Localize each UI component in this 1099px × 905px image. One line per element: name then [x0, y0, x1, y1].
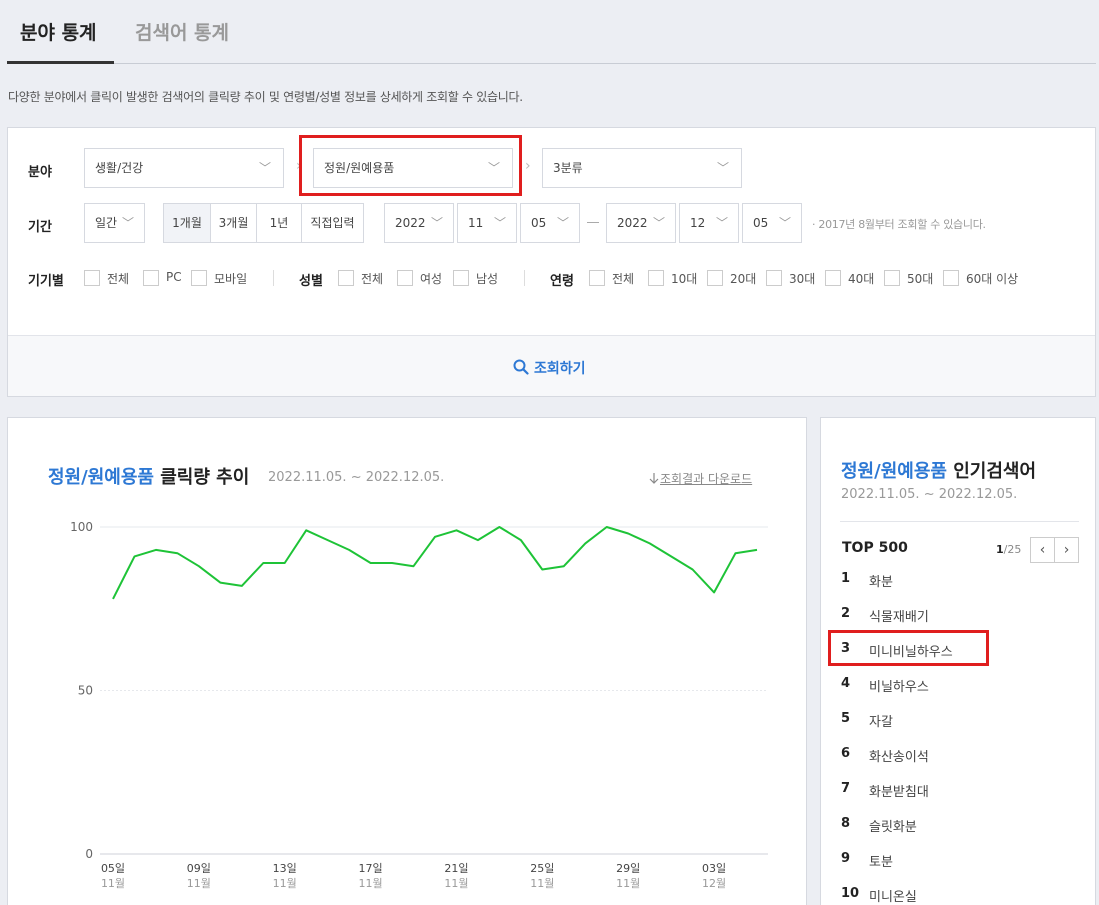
age-40s-label: 40대 [848, 272, 875, 286]
age-50s-checkbox[interactable] [884, 270, 900, 286]
age-60plus-checkbox[interactable] [943, 270, 959, 286]
x-tick-month: 11월 [187, 877, 211, 890]
x-tick-month: 12월 [702, 877, 726, 890]
page-indicator: 1/25 [996, 543, 1021, 556]
rank-number: 9 [841, 851, 851, 866]
x-tick-day: 05일 [101, 861, 125, 875]
rank-title: 정원/원예용품 인기검색어 [841, 457, 1036, 483]
age-60plus-label: 60대 이상 [966, 272, 1019, 286]
y-tick-label: 50 [78, 684, 93, 698]
x-tick-month: 11월 [101, 877, 125, 890]
x-tick-day: 03일 [702, 861, 726, 875]
rank-number: 10 [841, 886, 860, 901]
rank-number: 7 [841, 781, 851, 796]
x-tick-day: 29일 [616, 861, 640, 875]
x-tick-day: 21일 [444, 861, 468, 875]
rank-divider [840, 521, 1079, 522]
age-50s-label: 50대 [907, 272, 934, 286]
rank-keyword: 토분 [869, 855, 893, 870]
rank-keyword: 화분 [869, 575, 893, 590]
next-page-button[interactable]: › [1054, 537, 1079, 563]
rank-number: 8 [841, 816, 851, 831]
x-tick-day: 09일 [187, 861, 211, 875]
rank-title-text: 인기검색어 [946, 461, 1037, 482]
y-tick-label: 0 [85, 847, 93, 861]
x-tick-day: 17일 [359, 861, 383, 875]
x-tick-day: 13일 [273, 861, 297, 875]
x-tick-month: 11월 [530, 877, 554, 890]
rank-title-category: 정원/원예용품 [841, 461, 947, 482]
top-label: TOP 500 [842, 540, 908, 556]
period-note: · 2017년 8월부터 조회할 수 있습니다. [812, 218, 986, 231]
rank-keyword: 식물재배기 [869, 610, 929, 625]
page-current: 1 [996, 543, 1004, 556]
x-tick-day: 25일 [530, 861, 554, 875]
y-tick-label: 100 [70, 520, 93, 534]
rank-keyword: 자갈 [869, 715, 893, 730]
rank-number: 2 [841, 606, 851, 621]
x-tick-month: 11월 [273, 877, 297, 890]
rank-date-range: 2022.11.05. ~ 2022.12.05. [841, 487, 1018, 502]
x-tick-month: 11월 [616, 877, 640, 890]
page-total: /25 [1003, 543, 1022, 556]
rank-number: 4 [841, 676, 851, 691]
chevron-right-icon: › [1063, 542, 1070, 558]
age-40s-checkbox[interactable] [825, 270, 841, 286]
series-line [112, 526, 758, 600]
rank-keyword: 미니온실 [869, 890, 917, 905]
x-tick-month: 11월 [444, 877, 468, 890]
rank-number: 5 [841, 711, 851, 726]
highlight-box-keyword [828, 630, 989, 666]
rank-keyword: 비닐하우스 [869, 680, 929, 695]
rank-keyword: 화산송이석 [869, 750, 929, 765]
chevron-left-icon: ‹ [1039, 542, 1046, 558]
x-tick-month: 11월 [359, 877, 383, 890]
rank-keyword: 슬릿화분 [869, 820, 917, 835]
prev-page-button[interactable]: ‹ [1030, 537, 1055, 563]
rank-number: 1 [841, 571, 851, 586]
rank-keyword: 화분받침대 [869, 785, 929, 800]
rank-number: 6 [841, 746, 851, 761]
click-trend-chart: 0 50 100 05일 11월 09일 11월 13일 11월 17일 11월 21일 11월 25일 1… [70, 520, 768, 890]
